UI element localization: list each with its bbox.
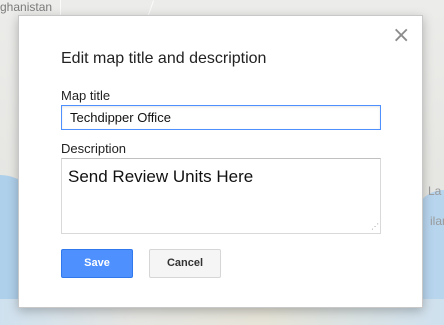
map-title-input[interactable] <box>61 105 381 130</box>
dialog-title: Edit map title and description <box>61 50 267 67</box>
description-label: Description <box>61 141 127 156</box>
save-button[interactable]: Save <box>61 249 133 278</box>
map-place-label: La <box>428 184 442 198</box>
map-place-label: ilan <box>430 214 444 228</box>
edit-map-dialog: × Edit map title and description Map tit… <box>18 15 423 308</box>
close-icon[interactable]: × <box>392 25 410 47</box>
description-textarea[interactable]: Send Review Units Here <box>61 158 381 234</box>
map-place-label: ghanistan <box>0 0 53 14</box>
resize-handle-icon[interactable]: ⋰ <box>371 223 379 231</box>
cancel-button[interactable]: Cancel <box>149 249 221 278</box>
map-title-label: Map title <box>61 88 111 103</box>
